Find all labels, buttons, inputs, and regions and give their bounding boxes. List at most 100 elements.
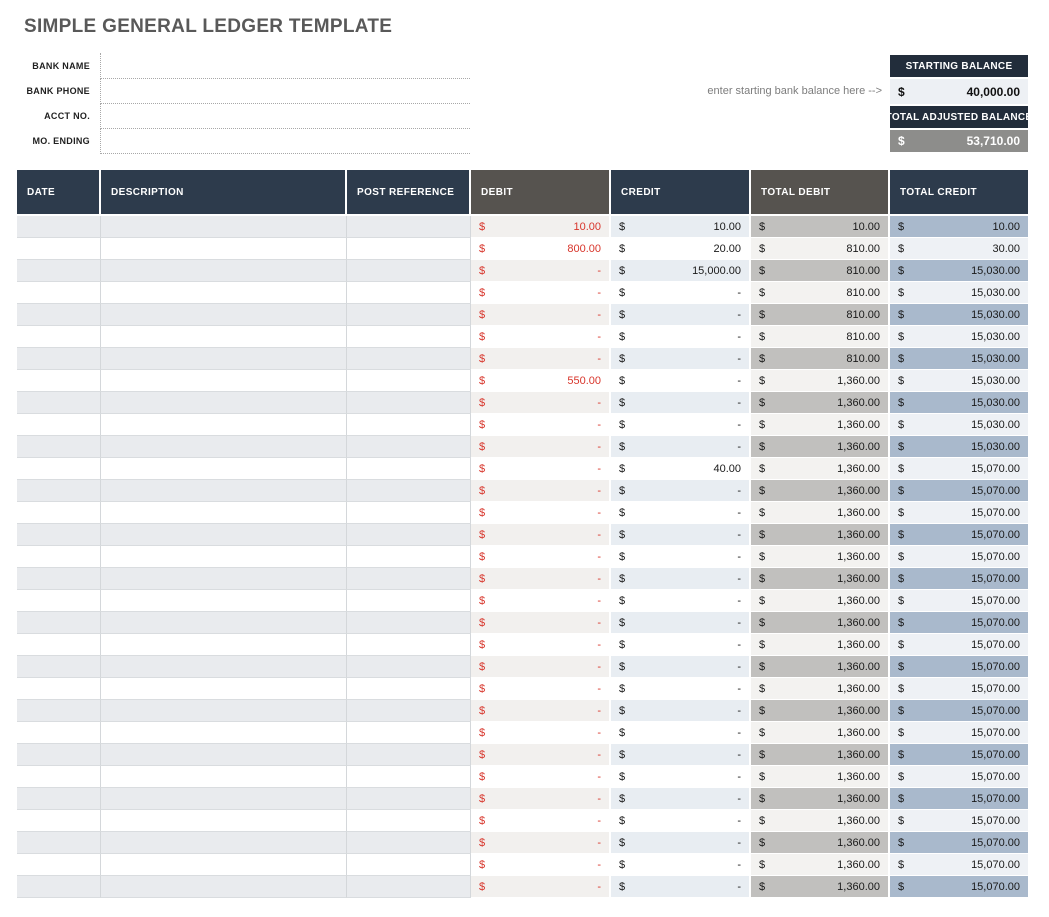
credit-cell[interactable]: $- — [611, 304, 751, 326]
total-debit-cell[interactable]: $1,360.00 — [751, 678, 890, 700]
total-debit-cell[interactable]: $1,360.00 — [751, 612, 890, 634]
post-reference-cell[interactable] — [347, 700, 471, 722]
starting-balance-value-cell[interactable]: $ 40,000.00 — [890, 79, 1028, 104]
date-cell[interactable] — [17, 678, 101, 700]
description-cell[interactable] — [101, 216, 347, 238]
total-debit-cell[interactable]: $810.00 — [751, 260, 890, 282]
post-reference-cell[interactable] — [347, 722, 471, 744]
credit-cell[interactable]: $- — [611, 700, 751, 722]
date-cell[interactable] — [17, 326, 101, 348]
post-reference-cell[interactable] — [347, 238, 471, 260]
total-credit-cell[interactable]: $15,070.00 — [890, 546, 1028, 568]
total-debit-cell[interactable]: $1,360.00 — [751, 656, 890, 678]
description-cell[interactable] — [101, 854, 347, 876]
total-debit-cell[interactable]: $1,360.00 — [751, 744, 890, 766]
date-cell[interactable] — [17, 722, 101, 744]
total-credit-cell[interactable]: $15,030.00 — [890, 326, 1028, 348]
description-cell[interactable] — [101, 458, 347, 480]
post-reference-cell[interactable] — [347, 392, 471, 414]
post-reference-cell[interactable] — [347, 480, 471, 502]
credit-cell[interactable]: $- — [611, 348, 751, 370]
description-cell[interactable] — [101, 700, 347, 722]
debit-cell[interactable]: $- — [471, 766, 611, 788]
post-reference-cell[interactable] — [347, 876, 471, 898]
credit-cell[interactable]: $- — [611, 590, 751, 612]
total-debit-cell[interactable]: $810.00 — [751, 282, 890, 304]
post-reference-cell[interactable] — [347, 656, 471, 678]
post-reference-cell[interactable] — [347, 348, 471, 370]
debit-cell[interactable]: $- — [471, 480, 611, 502]
credit-cell[interactable]: $- — [611, 722, 751, 744]
description-cell[interactable] — [101, 722, 347, 744]
post-reference-cell[interactable] — [347, 568, 471, 590]
total-credit-cell[interactable]: $30.00 — [890, 238, 1028, 260]
total-debit-cell[interactable]: $810.00 — [751, 304, 890, 326]
debit-cell[interactable]: $- — [471, 282, 611, 304]
post-reference-cell[interactable] — [347, 810, 471, 832]
credit-cell[interactable]: $15,000.00 — [611, 260, 751, 282]
description-cell[interactable] — [101, 810, 347, 832]
date-cell[interactable] — [17, 392, 101, 414]
debit-cell[interactable]: $- — [471, 700, 611, 722]
total-credit-cell[interactable]: $15,070.00 — [890, 612, 1028, 634]
date-cell[interactable] — [17, 348, 101, 370]
description-cell[interactable] — [101, 304, 347, 326]
debit-cell[interactable]: $- — [471, 392, 611, 414]
description-cell[interactable] — [101, 744, 347, 766]
credit-cell[interactable]: $- — [611, 370, 751, 392]
description-cell[interactable] — [101, 832, 347, 854]
post-reference-cell[interactable] — [347, 370, 471, 392]
total-credit-cell[interactable]: $15,070.00 — [890, 568, 1028, 590]
date-cell[interactable] — [17, 744, 101, 766]
bank-phone-input[interactable] — [100, 78, 470, 104]
credit-cell[interactable]: $- — [611, 480, 751, 502]
total-credit-cell[interactable]: $15,070.00 — [890, 722, 1028, 744]
post-reference-cell[interactable] — [347, 216, 471, 238]
date-cell[interactable] — [17, 810, 101, 832]
total-credit-cell[interactable]: $15,070.00 — [890, 766, 1028, 788]
date-cell[interactable] — [17, 238, 101, 260]
credit-cell[interactable]: $- — [611, 414, 751, 436]
description-cell[interactable] — [101, 414, 347, 436]
total-debit-cell[interactable]: $810.00 — [751, 238, 890, 260]
total-debit-cell[interactable]: $1,360.00 — [751, 414, 890, 436]
total-debit-cell[interactable]: $1,360.00 — [751, 700, 890, 722]
description-cell[interactable] — [101, 766, 347, 788]
total-credit-cell[interactable]: $15,070.00 — [890, 590, 1028, 612]
credit-cell[interactable]: $- — [611, 766, 751, 788]
total-credit-cell[interactable]: $15,070.00 — [890, 502, 1028, 524]
debit-cell[interactable]: $10.00 — [471, 216, 611, 238]
mo-ending-input[interactable] — [100, 128, 470, 154]
total-debit-cell[interactable]: $1,360.00 — [751, 832, 890, 854]
total-credit-cell[interactable]: $15,070.00 — [890, 744, 1028, 766]
description-cell[interactable] — [101, 876, 347, 898]
total-debit-cell[interactable]: $1,360.00 — [751, 854, 890, 876]
description-cell[interactable] — [101, 612, 347, 634]
total-credit-cell[interactable]: $15,070.00 — [890, 854, 1028, 876]
credit-cell[interactable]: $- — [611, 282, 751, 304]
total-credit-cell[interactable]: $15,070.00 — [890, 700, 1028, 722]
total-credit-cell[interactable]: $15,030.00 — [890, 282, 1028, 304]
date-cell[interactable] — [17, 568, 101, 590]
total-credit-cell[interactable]: $15,070.00 — [890, 656, 1028, 678]
description-cell[interactable] — [101, 436, 347, 458]
total-debit-cell[interactable]: $1,360.00 — [751, 722, 890, 744]
total-credit-cell[interactable]: $15,070.00 — [890, 876, 1028, 898]
total-debit-cell[interactable]: $1,360.00 — [751, 370, 890, 392]
debit-cell[interactable]: $- — [471, 348, 611, 370]
debit-cell[interactable]: $- — [471, 876, 611, 898]
debit-cell[interactable]: $- — [471, 458, 611, 480]
total-debit-cell[interactable]: $1,360.00 — [751, 788, 890, 810]
total-credit-cell[interactable]: $15,070.00 — [890, 524, 1028, 546]
credit-cell[interactable]: $20.00 — [611, 238, 751, 260]
bank-name-input[interactable] — [100, 53, 470, 79]
description-cell[interactable] — [101, 590, 347, 612]
credit-cell[interactable]: $- — [611, 678, 751, 700]
description-cell[interactable] — [101, 788, 347, 810]
date-cell[interactable] — [17, 876, 101, 898]
debit-cell[interactable]: $- — [471, 414, 611, 436]
post-reference-cell[interactable] — [347, 304, 471, 326]
credit-cell[interactable]: $- — [611, 568, 751, 590]
date-cell[interactable] — [17, 656, 101, 678]
date-cell[interactable] — [17, 766, 101, 788]
